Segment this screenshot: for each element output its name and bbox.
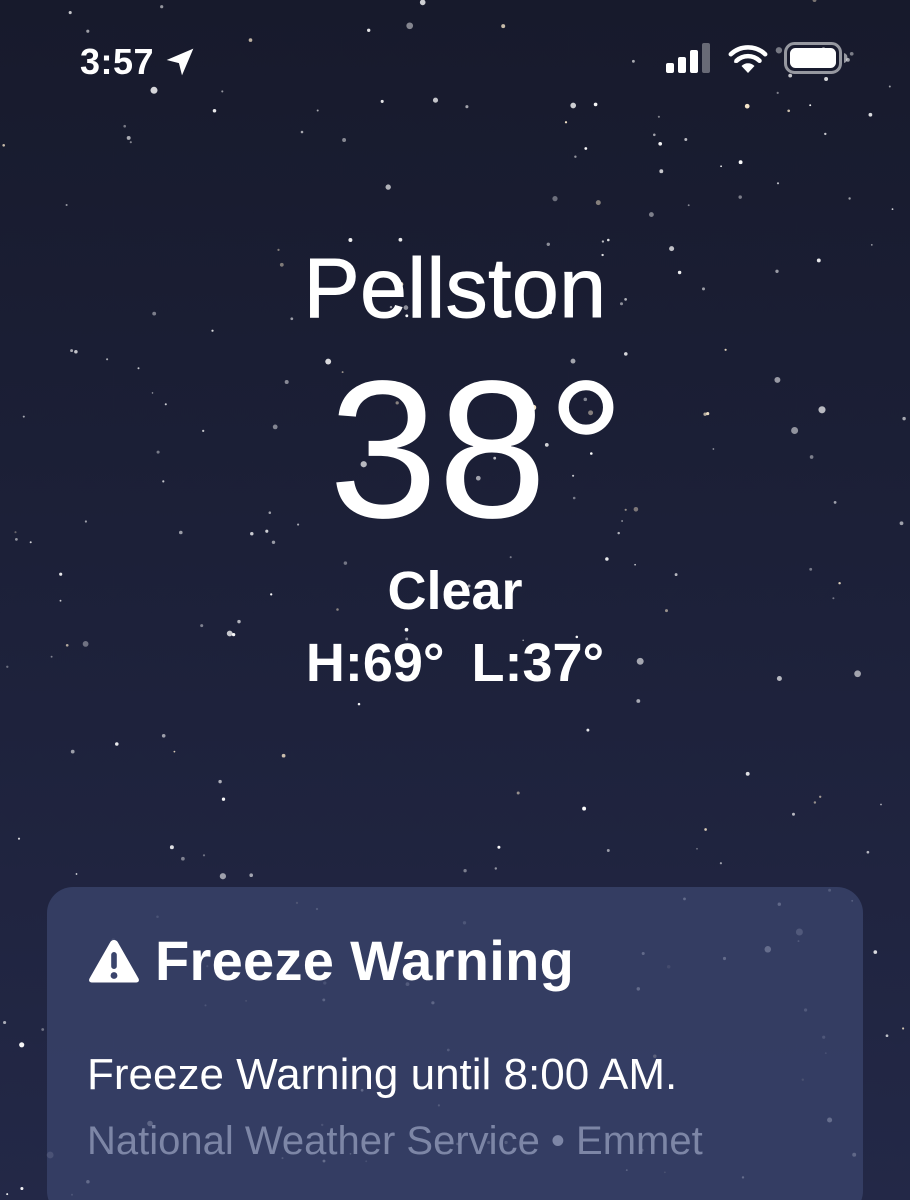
star [552, 196, 558, 202]
star [658, 141, 663, 146]
star [385, 184, 391, 190]
star [848, 197, 851, 200]
alert-title: Freeze Warning [155, 929, 575, 992]
star [202, 854, 206, 857]
star [169, 845, 174, 850]
star [776, 182, 780, 185]
star [6, 1193, 9, 1196]
current-temperature: 38° [328, 340, 626, 559]
star [582, 806, 587, 811]
star [648, 212, 654, 218]
star [181, 856, 185, 861]
status-bar: 3:57 [0, 0, 910, 120]
star [221, 797, 226, 801]
star [129, 141, 132, 144]
cellular-signal-icon [666, 43, 710, 73]
star [115, 742, 119, 746]
star [65, 203, 68, 207]
current-weather: Pellston 38° Clear H:69° L:37° [0, 240, 910, 696]
star [126, 135, 131, 140]
star [653, 133, 656, 137]
star [902, 1027, 905, 1030]
star [866, 850, 870, 854]
star [3, 1020, 7, 1025]
location-arrow-icon [166, 48, 194, 76]
wifi-icon [728, 45, 768, 73]
star [219, 873, 227, 880]
star [516, 791, 520, 795]
star [357, 702, 361, 706]
star [738, 160, 743, 165]
star [813, 801, 817, 804]
star [704, 828, 707, 831]
weather-condition: Clear [387, 561, 523, 621]
star [17, 837, 21, 840]
star [745, 771, 750, 776]
star [720, 165, 722, 168]
star [586, 728, 590, 732]
star [497, 845, 501, 849]
star [684, 138, 688, 141]
battery-icon [784, 42, 848, 74]
star [19, 1042, 25, 1048]
star [494, 867, 498, 870]
status-time-group: 3:57 [80, 40, 196, 84]
star [636, 699, 641, 703]
warning-triangle-icon [89, 940, 139, 983]
city-name: Pellston [303, 241, 607, 336]
star [218, 779, 222, 784]
star [249, 873, 253, 877]
star [161, 734, 166, 738]
star [20, 1186, 24, 1191]
star [719, 862, 723, 865]
star [584, 147, 588, 150]
star [564, 121, 568, 124]
star [2, 144, 5, 147]
star [123, 124, 126, 128]
alert-source: National Weather Service • Emmet [87, 1119, 703, 1163]
star [885, 1034, 889, 1038]
star [738, 195, 742, 199]
star [70, 749, 75, 754]
star [696, 847, 698, 850]
star [281, 753, 286, 758]
star [595, 200, 601, 206]
star [819, 795, 822, 798]
star [891, 208, 894, 210]
star [606, 849, 610, 852]
star [873, 950, 878, 954]
star [687, 204, 690, 207]
star [342, 138, 347, 142]
star [824, 132, 827, 136]
high-low-temperature: H:69° L:37° [305, 633, 605, 693]
star [173, 750, 176, 753]
star [659, 169, 664, 174]
alert-message: Freeze Warning until 8:00 AM. [87, 1050, 678, 1099]
status-time: 3:57 [80, 41, 155, 82]
star [880, 803, 882, 806]
alert-header: Freeze Warning [87, 929, 574, 993]
star [792, 812, 795, 816]
star [300, 130, 304, 134]
star [574, 155, 577, 158]
star [75, 873, 78, 875]
status-indicators [666, 42, 848, 74]
star [41, 1028, 45, 1031]
severe-weather-alert-card[interactable]: Freeze Warning Freeze Warning until 8:00… [47, 887, 863, 1200]
star [463, 869, 467, 873]
